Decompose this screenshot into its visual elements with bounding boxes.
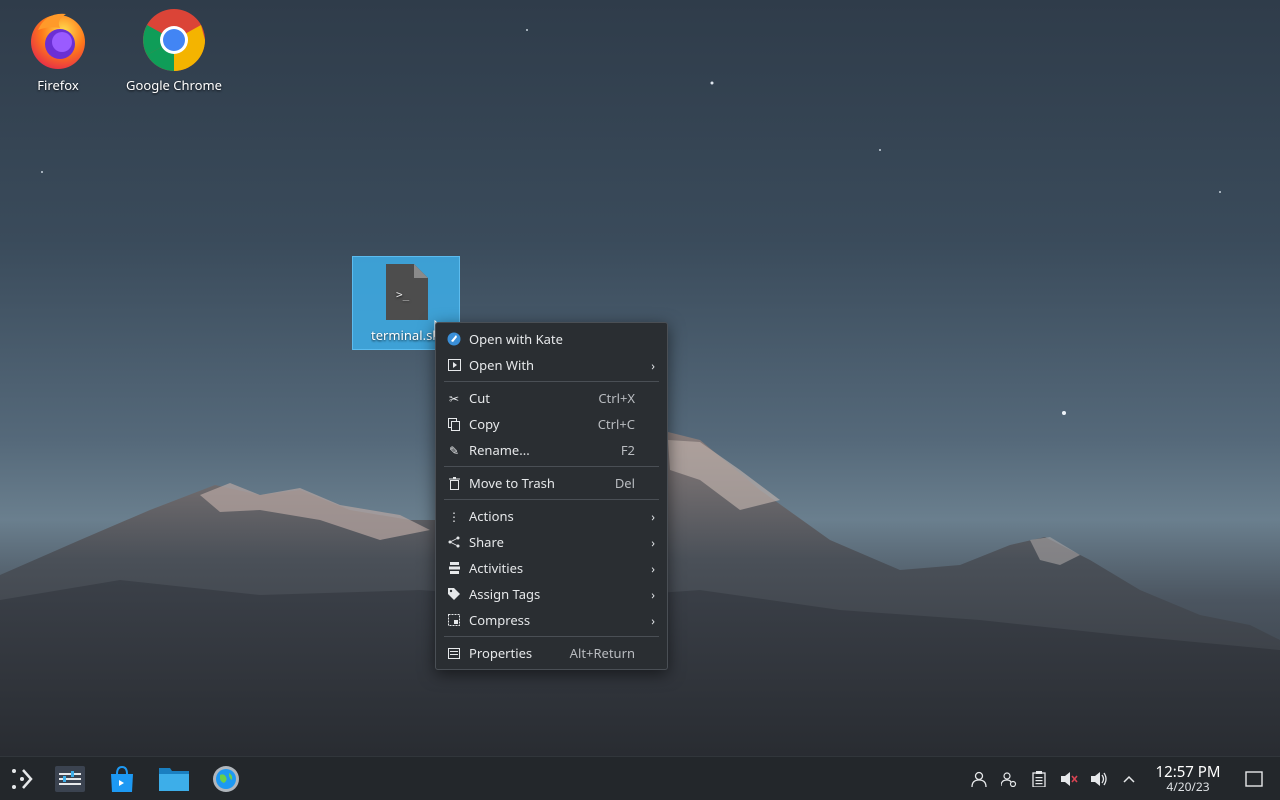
chevron-right-icon: › bbox=[651, 507, 655, 525]
file-manager-launcher[interactable] bbox=[152, 757, 196, 800]
user-switch-icon[interactable] bbox=[994, 757, 1024, 800]
show-desktop-button[interactable] bbox=[1228, 757, 1280, 800]
menu-item-rename[interactable]: ✎ Rename... F2 bbox=[436, 437, 667, 463]
shortcut-label: Ctrl+C bbox=[597, 415, 635, 433]
chevron-right-icon: › bbox=[651, 611, 655, 629]
chrome-icon bbox=[142, 8, 206, 72]
menu-item-move-to-trash[interactable]: Move to Trash Del bbox=[436, 470, 667, 496]
desktop-icon-label: Google Chrome bbox=[126, 76, 222, 94]
file-context-menu: Open with Kate Open With › ✂ Cut Ctrl+X … bbox=[435, 322, 668, 670]
actions-icon: ⋮ bbox=[448, 507, 460, 525]
application-launcher-icon bbox=[12, 768, 33, 789]
system-settings-launcher[interactable] bbox=[48, 757, 92, 800]
kate-icon bbox=[446, 331, 462, 347]
shortcut-label: Ctrl+X bbox=[598, 389, 635, 407]
file-manager-icon bbox=[159, 767, 189, 791]
volume-icon[interactable] bbox=[1084, 757, 1114, 800]
compress-icon bbox=[446, 612, 462, 628]
clock-date: 4/20/23 bbox=[1166, 777, 1210, 795]
kde-connect-launcher[interactable] bbox=[204, 757, 248, 800]
chevron-right-icon: › bbox=[651, 585, 655, 603]
cut-icon: ✂ bbox=[448, 389, 460, 407]
taskbar-panel: 12:57 PM 4/20/23 bbox=[0, 756, 1280, 800]
discover-store-launcher[interactable] bbox=[100, 757, 144, 800]
copy-icon bbox=[446, 416, 462, 432]
menu-item-properties[interactable]: Properties Alt+Return bbox=[436, 640, 667, 666]
firefox-icon bbox=[26, 8, 90, 72]
tag-icon bbox=[446, 586, 462, 602]
shortcut-label: F2 bbox=[620, 441, 635, 459]
shell-script-file-icon: >_ bbox=[382, 262, 430, 322]
show-desktop-icon bbox=[1245, 771, 1263, 787]
menu-item-assign-tags[interactable]: Assign Tags › bbox=[436, 581, 667, 607]
share-icon bbox=[446, 534, 462, 550]
menu-item-open-with-kate[interactable]: Open with Kate bbox=[436, 326, 667, 352]
menu-item-open-with[interactable]: Open With › bbox=[436, 352, 667, 378]
menu-item-copy[interactable]: Copy Ctrl+C bbox=[436, 411, 667, 437]
menu-item-compress[interactable]: Compress › bbox=[436, 607, 667, 633]
menu-item-share[interactable]: Share › bbox=[436, 529, 667, 555]
desktop-icon-firefox[interactable]: Firefox bbox=[3, 8, 113, 94]
application-launcher-button[interactable] bbox=[0, 757, 44, 800]
menu-item-activities[interactable]: Activities › bbox=[436, 555, 667, 581]
menu-separator bbox=[444, 636, 659, 637]
activities-icon bbox=[446, 560, 462, 576]
menu-item-actions[interactable]: ⋮ Actions › bbox=[436, 503, 667, 529]
user-icon[interactable] bbox=[964, 757, 994, 800]
chevron-right-icon: › bbox=[651, 533, 655, 551]
menu-item-cut[interactable]: ✂ Cut Ctrl+X bbox=[436, 385, 667, 411]
desktop-icon-label: terminal.sh bbox=[371, 326, 441, 344]
shortcut-label: Alt+Return bbox=[569, 644, 635, 662]
discover-store-icon bbox=[111, 765, 133, 792]
rename-icon: ✎ bbox=[448, 441, 460, 459]
chevron-right-icon: › bbox=[651, 356, 655, 374]
menu-separator bbox=[444, 499, 659, 500]
kde-connect-globe-icon bbox=[213, 765, 239, 792]
expand-tray-icon[interactable] bbox=[1114, 757, 1144, 800]
trash-icon bbox=[446, 475, 462, 491]
system-settings-icon bbox=[55, 765, 85, 792]
open-with-icon bbox=[446, 357, 462, 373]
desktop-icon-google-chrome[interactable]: Google Chrome bbox=[119, 8, 229, 94]
system-tray: 12:57 PM 4/20/23 bbox=[964, 757, 1280, 800]
audio-muted-icon[interactable] bbox=[1054, 757, 1084, 800]
digital-clock[interactable]: 12:57 PM 4/20/23 bbox=[1148, 764, 1228, 795]
properties-icon bbox=[446, 645, 462, 661]
menu-separator bbox=[444, 381, 659, 382]
clipboard-icon[interactable] bbox=[1024, 757, 1054, 800]
svg-text:>_: >_ bbox=[396, 288, 410, 301]
shortcut-label: Del bbox=[614, 474, 635, 492]
menu-separator bbox=[444, 466, 659, 467]
chevron-right-icon: › bbox=[651, 559, 655, 577]
desktop-icon-label: Firefox bbox=[37, 76, 79, 94]
